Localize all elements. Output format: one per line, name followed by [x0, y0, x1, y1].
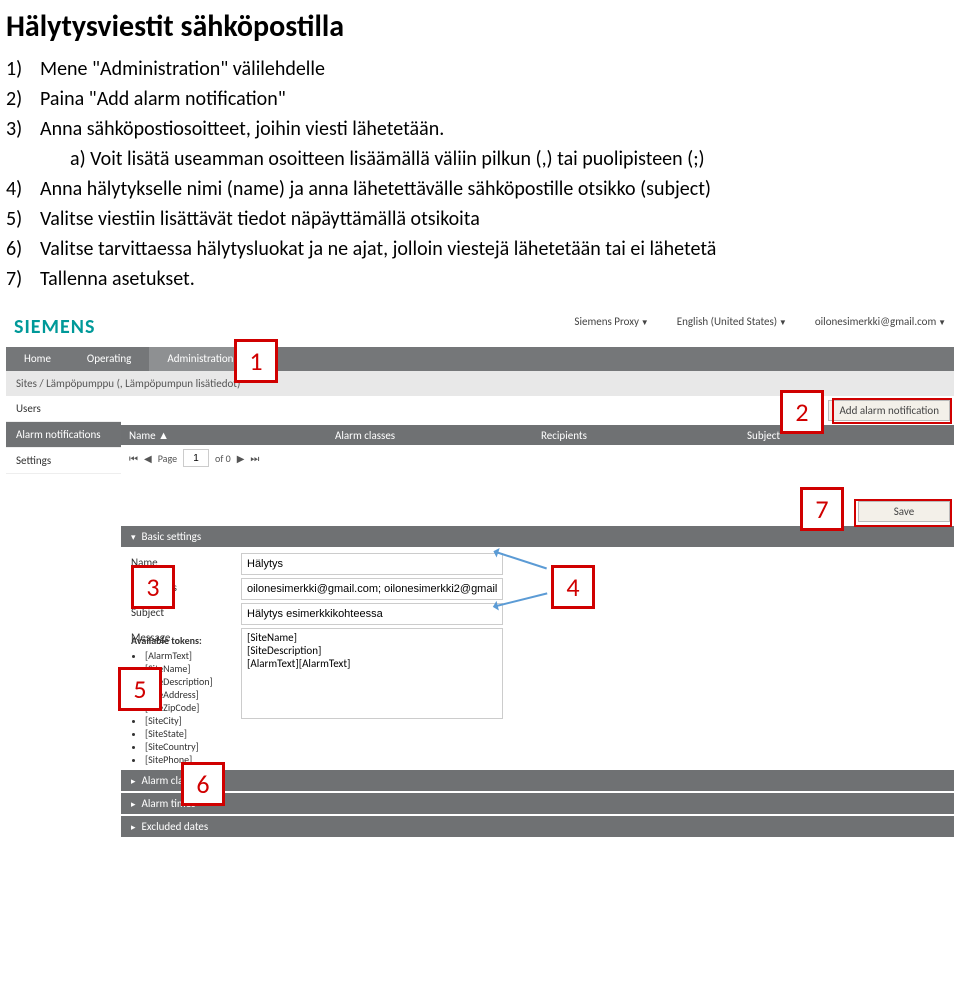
token-item[interactable]: [SiteState]	[145, 727, 241, 740]
token-item[interactable]: [SiteCountry]	[145, 740, 241, 753]
annotation-1: 1	[234, 339, 278, 383]
section-alarm-classes[interactable]: Alarm classes	[121, 770, 954, 791]
pager: ⏮ ◀ Page of 0 ▶ ⏭	[121, 445, 954, 471]
token-item[interactable]: [AlarmText]	[145, 649, 241, 662]
user-menu[interactable]: oilonesimerkki@gmail.com	[815, 315, 946, 328]
pager-next-icon[interactable]: ▶	[237, 452, 245, 465]
instruction-list: 1)Mene "Administration" välilehdelle 2)P…	[0, 55, 960, 305]
sidebar-item-settings[interactable]: Settings	[6, 448, 121, 474]
annotation-7: 7	[800, 487, 844, 531]
table-header: Name ▲ Alarm classes Recipients Subject	[121, 425, 954, 445]
app-screenshot: SIEMENS Siemens Proxy English (United St…	[6, 309, 954, 837]
chevron-right-icon	[131, 797, 136, 810]
tab-home[interactable]: Home	[6, 347, 69, 371]
annotation-5: 5	[118, 667, 162, 711]
chevron-right-icon	[131, 820, 136, 833]
logo: SIEMENS	[14, 315, 95, 339]
sort-icon: ▲	[158, 429, 169, 442]
annotation-4: 4	[551, 565, 595, 609]
annotation-3: 3	[131, 565, 175, 609]
col-recipients[interactable]: Recipients	[533, 429, 739, 442]
subject-input[interactable]	[241, 603, 503, 625]
pager-prev-icon[interactable]: ◀	[144, 452, 152, 465]
pager-page-input[interactable]	[183, 449, 209, 467]
sidebar-item-users[interactable]: Users	[6, 396, 121, 422]
col-classes[interactable]: Alarm classes	[327, 429, 533, 442]
token-item[interactable]: [SiteCity]	[145, 714, 241, 727]
col-subject[interactable]: Subject	[739, 429, 954, 442]
chevron-down-icon	[131, 530, 136, 543]
save-button[interactable]: Save	[858, 501, 950, 522]
page-title: Hälytysviestit sähköpostilla	[0, 8, 960, 55]
recipients-input[interactable]	[241, 578, 503, 600]
sidebar-item-alarm-notifications[interactable]: Alarm notifications	[6, 422, 121, 448]
annotation-6: 6	[181, 762, 225, 806]
navbar: Home Operating Administration	[6, 347, 954, 371]
section-excluded-dates[interactable]: Excluded dates	[121, 816, 954, 837]
tab-operating[interactable]: Operating	[69, 347, 149, 371]
proxy-menu[interactable]: Siemens Proxy	[574, 315, 648, 328]
message-textarea[interactable]	[241, 628, 503, 719]
pager-first-icon[interactable]: ⏮	[129, 452, 138, 465]
language-menu[interactable]: English (United States)	[677, 315, 787, 328]
col-name[interactable]: Name ▲	[121, 429, 327, 442]
section-alarm-times[interactable]: Alarm times	[121, 793, 954, 814]
pager-last-icon[interactable]: ⏭	[250, 452, 259, 465]
annotation-2: 2	[780, 390, 824, 434]
add-alarm-button[interactable]: Add alarm notification	[828, 400, 950, 421]
chevron-right-icon	[131, 774, 136, 787]
name-input[interactable]	[241, 553, 503, 575]
